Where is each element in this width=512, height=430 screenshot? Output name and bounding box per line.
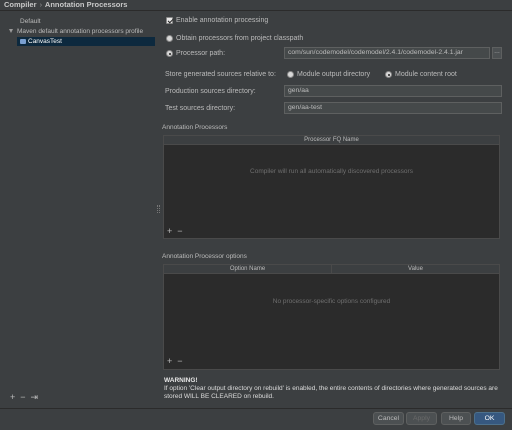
enable-processing-label: Enable annotation processing xyxy=(176,17,269,24)
tree-item-canvastest[interactable]: CanvasTest xyxy=(17,37,155,46)
apply-button[interactable]: Apply xyxy=(406,412,437,425)
remove-profile-icon[interactable]: − xyxy=(20,392,25,402)
option-name-column-header[interactable]: Option Name xyxy=(164,265,332,274)
cancel-button[interactable]: Cancel xyxy=(373,412,404,425)
obtain-from-classpath-radio[interactable] xyxy=(166,35,173,42)
breadcrumb-compiler[interactable]: Compiler xyxy=(4,0,37,9)
processors-table[interactable]: Processor FQ Name Compiler will run all … xyxy=(163,135,500,239)
help-button[interactable]: Help xyxy=(441,412,471,425)
module-content-radio[interactable] xyxy=(385,71,392,78)
enable-processing-checkbox[interactable] xyxy=(166,17,173,24)
option-value-column-header[interactable]: Value xyxy=(332,265,499,274)
store-generated-label: Store generated sources relative to: xyxy=(165,71,276,78)
tree-item-profile-label: Maven default annotation processors prof… xyxy=(17,28,144,35)
tree-item-default-label: Default xyxy=(20,18,41,25)
module-icon xyxy=(20,38,26,44)
processors-toolbar: + − xyxy=(167,226,183,236)
options-section-label: Annotation Processor options xyxy=(162,253,247,260)
expand-arrow-icon[interactable] xyxy=(9,29,13,34)
options-toolbar: + − xyxy=(167,356,183,366)
production-dir-label: Production sources directory: xyxy=(165,88,256,95)
breadcrumb-separator: › xyxy=(39,0,43,9)
ok-button[interactable]: OK xyxy=(474,412,505,425)
module-output-label: Module output directory xyxy=(297,71,371,78)
processors-section-label: Annotation Processors xyxy=(162,124,228,131)
module-content-label: Module content root xyxy=(395,71,457,78)
tree-item-maven-profile[interactable]: Maven default annotation processors prof… xyxy=(9,27,143,36)
add-profile-icon[interactable]: + xyxy=(10,392,15,402)
tree-item-default[interactable]: Default xyxy=(20,17,41,26)
processor-path-radio[interactable] xyxy=(166,50,173,57)
breadcrumb: Compiler › Annotation Processors xyxy=(0,0,512,11)
processors-column-header[interactable]: Processor FQ Name xyxy=(164,136,499,145)
options-table[interactable]: Option Name Value No processor-specific … xyxy=(163,264,500,370)
tree-item-module-label: CanvasTest xyxy=(28,38,62,45)
profiles-panel: Default Maven default annotation process… xyxy=(0,12,155,408)
obtain-from-classpath-label: Obtain processors from project classpath xyxy=(176,35,304,42)
warning-title: WARNING! xyxy=(164,377,198,384)
test-dir-label: Test sources directory: xyxy=(165,105,236,112)
remove-option-icon[interactable]: − xyxy=(177,356,182,366)
production-dir-field[interactable]: gen/aa xyxy=(284,85,502,97)
rebuild-warning: WARNING! If option 'Clear output directo… xyxy=(164,377,504,401)
module-output-radio[interactable] xyxy=(287,71,294,78)
move-to-profile-icon[interactable]: ⇥ xyxy=(31,392,39,402)
warning-text: If option 'Clear output directory on reb… xyxy=(164,385,498,400)
add-processor-icon[interactable]: + xyxy=(167,226,172,236)
browse-button[interactable]: … xyxy=(492,47,502,59)
remove-processor-icon[interactable]: − xyxy=(177,226,182,236)
processor-path-label: Processor path: xyxy=(176,50,226,57)
test-dir-field[interactable]: gen/aa-test xyxy=(284,102,502,114)
breadcrumb-annotation-processors: Annotation Processors xyxy=(44,0,128,9)
options-empty-text: No processor-specific options configured xyxy=(272,298,391,305)
processors-empty-text: Compiler will run all automatically disc… xyxy=(250,168,413,175)
processor-path-field[interactable]: com/sun/codemodel/codemodel/2.4.1/codemo… xyxy=(284,47,490,59)
add-option-icon[interactable]: + xyxy=(167,356,172,366)
profiles-toolbar: + − ⇥ xyxy=(10,392,43,403)
